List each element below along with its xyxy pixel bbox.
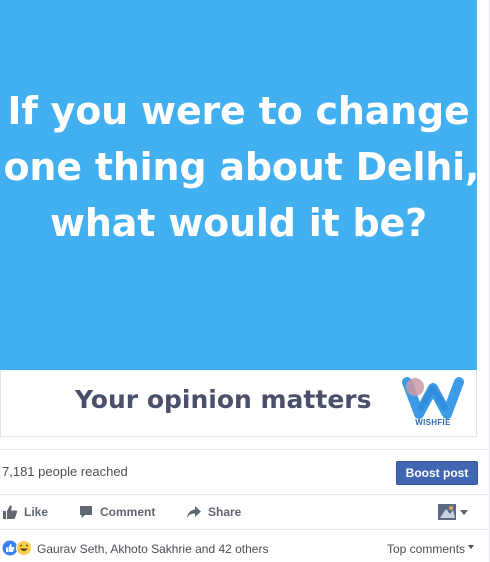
caret-down-icon <box>468 545 475 549</box>
share-arrow-icon <box>187 506 201 518</box>
reactions-summary: Gaurav Seth, Akhoto Sakhrie and 42 other… <box>0 531 489 562</box>
share-button[interactable]: Share <box>186 504 241 520</box>
comment-sort-label: Top comments <box>387 542 466 556</box>
boost-post-button[interactable]: Boost post <box>396 461 478 485</box>
thumbs-up-icon <box>3 505 18 519</box>
people-reached[interactable]: 7,181 people reached <box>2 464 128 479</box>
logo-wordmark: WISHFIE <box>415 418 451 427</box>
headline-line-1: If you were to change <box>7 89 470 133</box>
like-label: Like <box>24 505 49 519</box>
like-button[interactable]: Like <box>2 504 48 520</box>
post-headline: If you were to change one thing about De… <box>3 83 480 251</box>
reactors-names[interactable]: Gaurav Seth, Akhoto Sakhrie and 42 other… <box>37 542 268 556</box>
headline-line-2: one thing about Delhi, <box>3 145 480 189</box>
comment-sort-dropdown[interactable]: Top comments <box>387 542 475 556</box>
post-image[interactable]: If you were to change one thing about De… <box>0 0 480 370</box>
comment-button[interactable]: Comment <box>78 504 155 520</box>
haha-reaction-icon <box>16 540 32 556</box>
comment-icon <box>80 506 92 518</box>
headline-line-3: what would it be? <box>50 201 427 245</box>
chevron-down-icon <box>460 510 468 515</box>
post-insights: 7,181 people reached Boost post <box>0 449 489 494</box>
page-avatar-icon <box>438 504 456 520</box>
audience-selector[interactable] <box>438 504 469 520</box>
post-banner: Your opinion matters WISHFIE <box>0 370 477 437</box>
post-tagline: Your opinion matters <box>75 385 372 414</box>
wishfie-logo: WISHFIE <box>401 374 465 432</box>
reaction-icons[interactable] <box>2 540 32 556</box>
share-label: Share <box>208 505 242 519</box>
post-actions: Like Comment Share <box>0 494 489 530</box>
comment-label: Comment <box>100 505 156 519</box>
